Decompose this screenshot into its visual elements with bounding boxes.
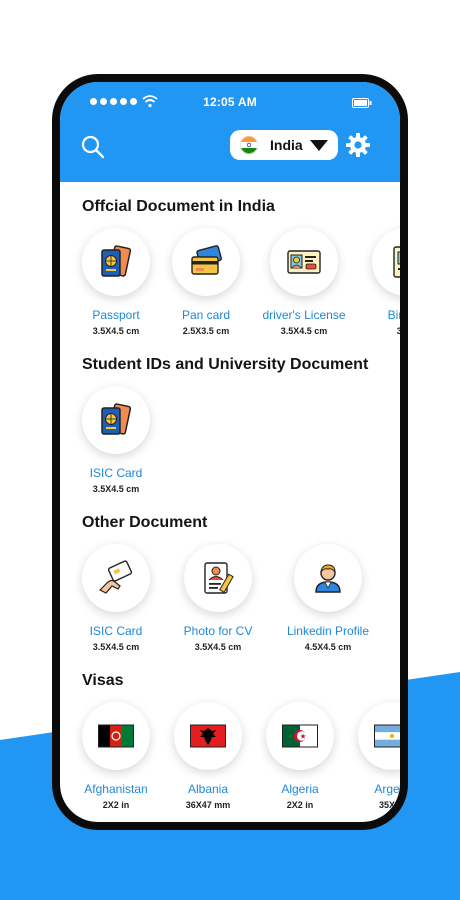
doc-icon-circle <box>82 544 150 612</box>
doc-size: 3.5X4.5 cm <box>194 642 242 652</box>
passport-icon <box>101 403 132 435</box>
doc-size: 4.5X4.5 cm <box>304 642 352 652</box>
algeria-flag-icon <box>282 724 318 748</box>
visa-label: Argent <box>374 782 400 796</box>
section-title-student: Student IDs and University Document <box>82 356 369 373</box>
visa-size: 2X2 in <box>102 800 130 810</box>
doc-item-pan-card[interactable]: Pan card 2.5X3.5 cm <box>156 228 256 336</box>
profile-icon <box>315 564 341 593</box>
doc-icon-circle <box>82 228 150 296</box>
cv-icon <box>204 562 234 594</box>
doc-label: driver's License <box>262 308 346 322</box>
flag-circle <box>266 702 334 770</box>
section-title-official: Offcial Document in India <box>82 198 275 215</box>
visa-size: 36X47 mm <box>185 800 231 810</box>
doc-size: 3.5X <box>396 326 400 336</box>
app-screen: 12:05 AM India Offcial Document in India… <box>60 82 400 822</box>
country-label: India <box>270 137 303 153</box>
doc-item-drivers-license[interactable]: driver's License 3.5X4.5 cm <box>254 228 354 336</box>
doc-size: 3.5X4.5 cm <box>92 642 140 652</box>
doc-label: Pan card <box>181 308 231 322</box>
gear-icon <box>346 133 370 157</box>
passport-icon <box>101 245 132 277</box>
flag-circle <box>174 702 242 770</box>
doc-label: ISIC Card <box>89 466 143 480</box>
app-bar: 12:05 AM India <box>60 82 400 182</box>
section-title-other: Other Document <box>82 514 208 531</box>
visa-size: 35X45 <box>378 800 400 810</box>
afghanistan-flag-icon <box>98 724 134 748</box>
doc-item-passport[interactable]: Passport 3.5X4.5 cm <box>66 228 166 336</box>
doc-label: Linkedin Profile <box>286 624 370 638</box>
country-dropdown[interactable]: India <box>230 130 338 160</box>
status-time: 12:05 AM <box>203 95 257 109</box>
doc-icon-circle <box>372 228 400 296</box>
doc-size: 2.5X3.5 cm <box>182 326 230 336</box>
albania-flag-icon <box>190 724 226 748</box>
doc-icon-circle <box>82 386 150 454</box>
settings-button[interactable] <box>345 132 371 158</box>
argentina-flag-icon <box>374 724 400 748</box>
doc-label: Birth C <box>387 308 400 322</box>
doc-label: Passport <box>92 308 140 322</box>
section-title-visas: Visas <box>82 672 124 689</box>
search-button[interactable] <box>80 134 106 160</box>
doc-icon-circle <box>172 228 240 296</box>
doc-label: ISIC Card <box>89 624 143 638</box>
chevron-down-icon <box>310 140 328 151</box>
visa-item-argentina[interactable]: Argent 35X45 <box>342 702 400 810</box>
doc-icon-circle <box>184 544 252 612</box>
visa-item-afghanistan[interactable]: Afghanistan 2X2 in <box>66 702 166 810</box>
doc-item-isic-card[interactable]: ISIC Card 3.5X4.5 cm <box>66 386 166 494</box>
search-icon <box>81 135 105 159</box>
visa-label: Afghanistan <box>84 782 148 796</box>
visa-size: 2X2 in <box>286 800 314 810</box>
doc-size: 3.5X4.5 cm <box>92 326 140 336</box>
license-icon <box>287 250 321 274</box>
visa-item-albania[interactable]: Albania 36X47 mm <box>158 702 258 810</box>
doc-size: 3.5X4.5 cm <box>92 484 140 494</box>
doc-item-isic-card-other[interactable]: ISIC Card 3.5X4.5 cm <box>66 544 166 652</box>
flag-circle <box>358 702 400 770</box>
doc-label: Photo for CV <box>183 624 253 638</box>
doc-icon-circle <box>294 544 362 612</box>
visa-label: Albania <box>187 782 229 796</box>
visa-item-algeria[interactable]: Algeria 2X2 in <box>250 702 350 810</box>
hand-card-icon <box>98 560 133 594</box>
doc-item-linkedin-profile[interactable]: Linkedin Profile 4.5X4.5 cm <box>278 544 378 652</box>
doc-item-photo-for-cv[interactable]: Photo for CV 3.5X4.5 cm <box>168 544 268 652</box>
battery-icon <box>352 98 372 108</box>
doc-icon-circle <box>270 228 338 296</box>
visa-label: Algeria <box>281 782 319 796</box>
flag-circle <box>82 702 150 770</box>
doc-item-birth-certificate[interactable]: Birth C 3.5X <box>356 228 400 336</box>
certificate-icon <box>393 246 400 278</box>
india-flag-icon <box>240 136 258 154</box>
card-icon <box>191 245 222 275</box>
doc-size: 3.5X4.5 cm <box>280 326 328 336</box>
